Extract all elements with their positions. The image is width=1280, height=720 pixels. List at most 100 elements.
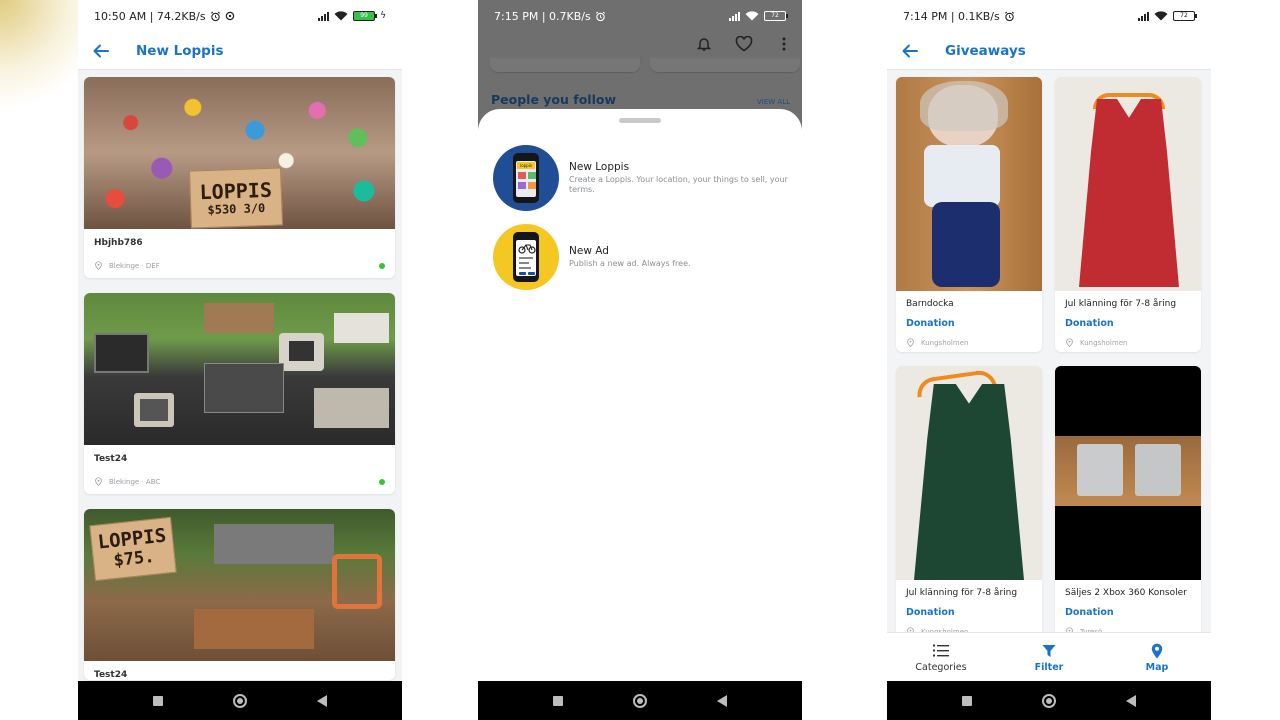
- option-text: New Ad Publish a new ad. Always free.: [569, 245, 691, 269]
- back-arrow-icon[interactable]: [887, 32, 933, 70]
- monitor-shape: [94, 333, 149, 373]
- loppis-label: loppis: [517, 162, 535, 169]
- button-shape: [519, 272, 526, 275]
- item-title: Barndocka: [906, 299, 954, 309]
- page-title: New Loppis: [136, 42, 224, 59]
- sign-price: $75.: [112, 546, 156, 572]
- signal-icon: [729, 11, 740, 21]
- option-text: New Loppis Create a Loppis. Your locatio…: [569, 161, 790, 196]
- home-button[interactable]: [233, 693, 247, 708]
- steps-shape: [214, 524, 334, 564]
- settings-icon: [225, 11, 234, 21]
- item-photo: [1055, 77, 1201, 291]
- app-bar: Giveaways: [887, 32, 1211, 70]
- status-time: 7:15 PM | 0.7KB/s: [494, 9, 591, 23]
- location-pin-icon: [1066, 338, 1073, 347]
- item-category: Donation: [906, 318, 955, 329]
- console-shape: [314, 388, 389, 428]
- back-arrow-icon[interactable]: [78, 32, 124, 70]
- heart-icon[interactable]: [732, 32, 756, 56]
- recents-button[interactable]: [553, 695, 563, 706]
- giveaway-item-card[interactable]: Jul klänning för 7-8 åring Donation Kung…: [1055, 77, 1201, 352]
- recents-button[interactable]: [153, 695, 163, 706]
- loppis-card[interactable]: LOPPIS $530 3/0 Hbjhb786 Blekinge · DEF: [84, 77, 395, 278]
- alarm-icon: [1004, 11, 1014, 21]
- home-button[interactable]: [1042, 693, 1056, 708]
- text-line: [519, 262, 529, 264]
- system-nav-bar: [78, 681, 402, 720]
- system-back-button[interactable]: [717, 694, 727, 707]
- text-line: [519, 267, 531, 269]
- tab-categories[interactable]: Categories: [901, 642, 981, 673]
- system-back-button[interactable]: [317, 694, 327, 707]
- screen-shape: [289, 341, 314, 361]
- option-description: Publish a new ad. Always free.: [569, 258, 691, 268]
- item-category: Donation: [906, 607, 955, 618]
- ad-app-icon: [493, 224, 559, 290]
- bell-icon[interactable]: [692, 32, 716, 56]
- alarm-icon: [595, 11, 605, 21]
- recents-button[interactable]: [962, 695, 972, 706]
- loppis-sign: LOPPIS $530 3/0: [189, 167, 283, 229]
- view-all-link[interactable]: VIEW ALL: [757, 98, 790, 106]
- new-ad-option[interactable]: New Ad Publish a new ad. Always free.: [493, 224, 790, 290]
- app-bar: New Loppis: [78, 32, 402, 70]
- page-title: Giveaways: [945, 42, 1026, 59]
- loppis-photo: LOPPIS $530 3/0: [84, 77, 395, 229]
- loppis-app-icon: loppis: [493, 145, 559, 211]
- item-title: Säljes 2 Xbox 360 Konsoler: [1065, 588, 1187, 598]
- charging-icon: ϟ: [380, 11, 386, 21]
- card-location: Blekinge · ABC: [84, 464, 395, 494]
- text-line: [519, 257, 533, 259]
- battery-icon: 99: [353, 11, 378, 21]
- tab-map[interactable]: Map: [1117, 642, 1197, 673]
- screen-shape: [140, 399, 168, 421]
- tab-label: Filter: [1034, 661, 1064, 673]
- new-loppis-option[interactable]: loppis New Loppis Create a Loppis. Your …: [493, 145, 790, 211]
- more-vertical-icon[interactable]: [772, 32, 796, 56]
- dimmed-card: [490, 58, 640, 72]
- button-shape: [528, 272, 535, 275]
- dress-shape: [1079, 99, 1179, 287]
- battery-icon: 72: [764, 11, 788, 21]
- location-pin-icon: [907, 338, 914, 347]
- dress-shape: [914, 384, 1024, 580]
- tile: [518, 182, 526, 189]
- tile: [528, 182, 536, 189]
- chair-shape: [332, 554, 382, 609]
- item-category: Donation: [1065, 607, 1114, 618]
- giveaway-item-card[interactable]: Säljes 2 Xbox 360 Konsoler Donation Tyre…: [1055, 366, 1201, 641]
- bike-icon: [518, 244, 536, 254]
- table-shape: [204, 303, 274, 333]
- card-title: Hbjhb786: [94, 238, 143, 248]
- sheet-drag-handle[interactable]: [619, 118, 661, 123]
- tab-filter[interactable]: Filter: [1009, 642, 1089, 673]
- doll-shirt-shape: [924, 145, 1000, 207]
- location-text: Kungsholmen: [1080, 338, 1128, 347]
- item-photo: [896, 366, 1042, 580]
- console-shape: [1135, 444, 1181, 496]
- sign-text: LOPPIS: [199, 177, 273, 205]
- system-back-button[interactable]: [1126, 694, 1136, 707]
- filter-icon: [1042, 642, 1056, 660]
- online-status-dot: [379, 478, 385, 485]
- giveaway-item-card[interactable]: Barndocka Donation Kungsholmen: [896, 77, 1042, 352]
- phone-screen: [516, 240, 536, 276]
- item-location: Kungsholmen: [896, 329, 1042, 352]
- phone-create-sheet: 7:15 PM | 0.7KB/s 72 People you follow V…: [478, 0, 802, 720]
- toolbar: [692, 32, 796, 56]
- home-button[interactable]: [633, 693, 647, 708]
- option-title: New Loppis: [569, 160, 630, 173]
- status-time: 10:50 AM | 74.2KB/s: [94, 9, 206, 23]
- dimmed-card-strip: [478, 58, 802, 72]
- giveaway-item-card[interactable]: Jul klänning för 7-8 åring Donation Kung…: [896, 366, 1042, 641]
- sign-price: $530 3/0: [207, 200, 266, 217]
- loppis-card[interactable]: Test24 Blekinge · ABC: [84, 293, 395, 494]
- item-location: Kungsholmen: [1055, 329, 1201, 352]
- wifi-icon: [334, 11, 348, 21]
- doll-hair-shape: [920, 81, 1008, 131]
- status-time: 7:14 PM | 0.1KB/s: [903, 9, 1000, 23]
- location-text: Kungsholmen: [921, 338, 969, 347]
- phone-new-loppis: 10:50 AM | 74.2KB/s 99 ϟ New Loppis LOPP…: [78, 0, 402, 720]
- loppis-card[interactable]: LOPPIS $75. Test24: [84, 509, 395, 680]
